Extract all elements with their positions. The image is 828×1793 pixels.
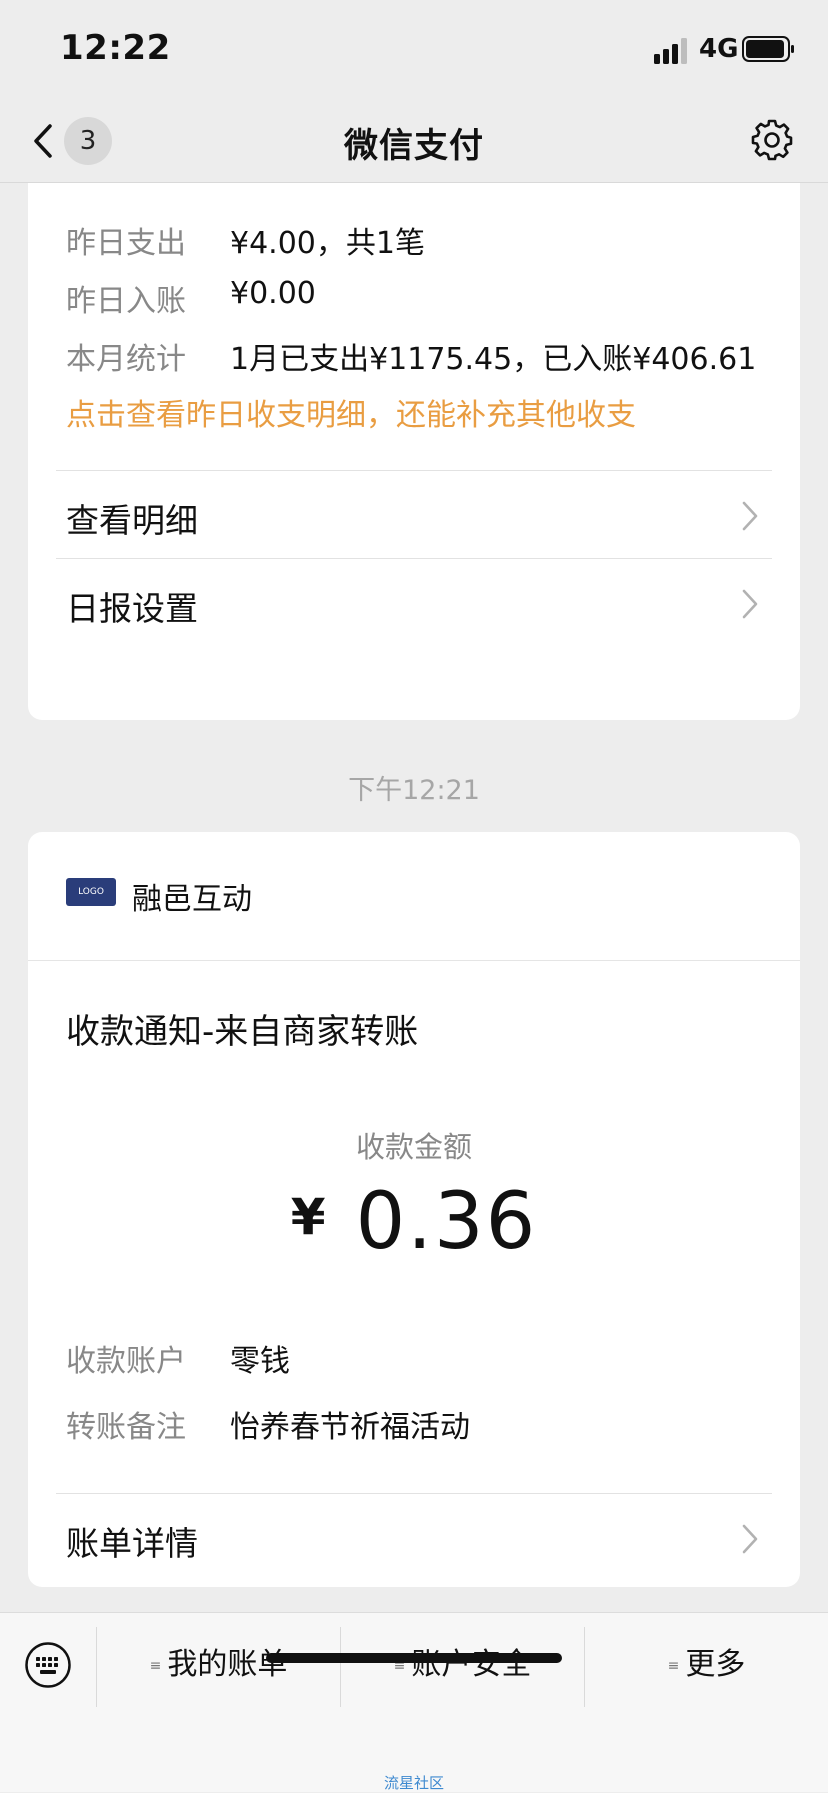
account-label: 收款账户 xyxy=(66,1344,186,1379)
currency-symbol: ¥ xyxy=(290,1188,328,1246)
divider xyxy=(56,1493,772,1494)
daily-report-card: 昨日支出 ¥4.00，共1笔 昨日入账 ¥0.00 本月统计 1月已支出¥117… xyxy=(28,160,800,720)
account-value: 零钱 xyxy=(230,1344,290,1379)
amount-value: 0.36 xyxy=(355,1177,538,1267)
notice-title: 收款通知-来自商家转账 xyxy=(66,1012,419,1052)
chevron-right-icon xyxy=(742,589,758,619)
toolbar-more[interactable]: ≡ 更多 xyxy=(585,1633,828,1697)
report-label-expense: 昨日支出 xyxy=(66,226,186,261)
remark-label: 转账备注 xyxy=(66,1410,186,1445)
toolbar-more-label: 更多 xyxy=(685,1647,746,1682)
divider xyxy=(28,960,800,961)
merchant-name[interactable]: 融邑互动 xyxy=(132,874,252,918)
report-settings-row[interactable]: 日报设置 xyxy=(28,560,800,646)
chevron-right-icon xyxy=(742,1524,758,1554)
status-bar: 12:22 4G xyxy=(0,0,828,100)
report-label-month: 本月统计 xyxy=(66,342,186,377)
status-time: 12:22 xyxy=(60,28,171,68)
divider xyxy=(56,558,772,559)
report-hint-link[interactable]: 点击查看昨日收支明细，还能补充其他收支 xyxy=(66,390,636,434)
keyboard-icon[interactable] xyxy=(24,1641,72,1689)
menu-lines-icon: ≡ xyxy=(149,1658,162,1674)
remark-value: 怡养春节祈福活动 xyxy=(230,1410,470,1445)
signal-bars-icon xyxy=(654,38,687,64)
view-details-label: 查看明细 xyxy=(66,501,198,540)
bill-details-label: 账单详情 xyxy=(66,1524,198,1563)
report-value-month: 1月已支出¥1175.45，已入账¥406.61 xyxy=(230,342,757,377)
bottom-toolbar: ≡ 我的账单 ≡ 账户安全 ≡ 更多 xyxy=(0,1612,828,1792)
report-value-expense: ¥4.00，共1笔 xyxy=(230,226,425,261)
report-settings-label: 日报设置 xyxy=(66,589,198,628)
bill-details-row[interactable]: 账单详情 xyxy=(28,1495,800,1581)
report-label-income: 昨日入账 xyxy=(66,284,186,319)
report-value-income: ¥0.00 xyxy=(230,276,316,311)
merchant-logo: LOGO xyxy=(66,878,116,906)
battery-icon xyxy=(742,36,794,62)
gear-icon[interactable] xyxy=(750,118,794,162)
message-timestamp: 下午12:21 xyxy=(348,775,480,806)
amount-display: ¥0.36 xyxy=(28,1177,800,1267)
payment-notice-card[interactable]: LOGO 融邑互动 收款通知-来自商家转账 收款金额 ¥0.36 收款账户 零钱… xyxy=(28,832,800,1587)
nav-bar: 3 微信支付 xyxy=(0,100,828,183)
toolbar-account-security[interactable]: ≡ 账户安全 xyxy=(341,1633,584,1697)
toolbar-my-bills[interactable]: ≡ 我的账单 xyxy=(97,1633,340,1697)
chevron-right-icon xyxy=(742,501,758,531)
watermark: 流星社区 xyxy=(383,1774,444,1792)
page-title: 微信支付 xyxy=(344,126,484,166)
divider xyxy=(56,470,772,471)
view-details-row[interactable]: 查看明细 xyxy=(28,472,800,558)
home-indicator[interactable] xyxy=(266,1653,562,1663)
amount-label: 收款金额 xyxy=(355,1130,472,1164)
menu-lines-icon: ≡ xyxy=(667,1658,680,1674)
network-type: 4G xyxy=(699,34,739,64)
